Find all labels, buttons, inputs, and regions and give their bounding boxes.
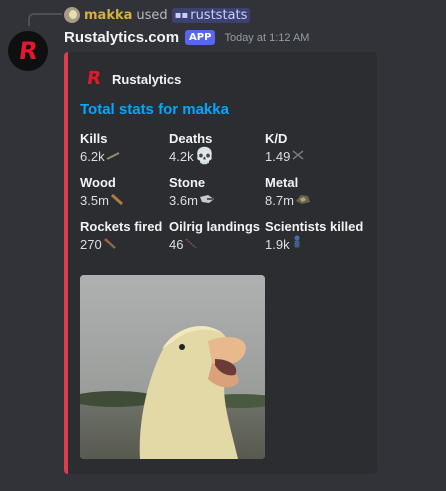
field-value-text: 8.7m <box>265 193 294 208</box>
field-name: Metal <box>265 175 299 190</box>
field-name: Scientists killed <box>265 219 364 234</box>
field-value-text: 6.2k <box>80 149 105 164</box>
crossed-swords-icon <box>291 147 305 166</box>
stats-embed: R Rustalytics Total stats for makka Kill… <box>64 52 377 474</box>
duckling-photo[interactable] <box>80 275 265 459</box>
embed-author-name: Rustalytics <box>112 71 182 87</box>
embed-author-icon: R <box>85 68 103 89</box>
bot-avatar[interactable]: R <box>8 31 48 71</box>
field-value-text: 270 <box>80 237 102 252</box>
rocket-icon <box>103 235 117 254</box>
app-badge: APP <box>185 30 216 45</box>
rope-icon <box>184 235 198 254</box>
duckling-illustration <box>80 275 265 459</box>
field-value-text: 3.6m <box>169 193 198 208</box>
field-name: Rockets fired <box>80 219 163 234</box>
field-wood: Wood 3.5m <box>80 174 169 210</box>
field-value: 1.9k <box>265 235 370 254</box>
reply-used-text: used <box>136 7 168 23</box>
field-rockets-fired: Rockets fired 270 <box>80 218 169 254</box>
command-name: ruststats <box>190 7 248 23</box>
field-value-text: 1.49 <box>265 149 291 164</box>
field-value: 3.5m <box>80 191 169 210</box>
field-oilrig-landings: Oilrig landings 46 <box>169 218 265 254</box>
slash-command-link[interactable]: ▪▪ ruststats <box>171 7 251 23</box>
reply-username[interactable]: makka <box>84 8 132 23</box>
stats-fields: Kills 6.2k Deaths 4.2k 💀 K/D 1.49 Wood 3.… <box>80 130 370 254</box>
metal-ore-icon <box>295 191 311 210</box>
field-metal: Metal 8.7m <box>265 174 370 210</box>
field-value: 1.49 <box>265 147 370 166</box>
field-value: 4.2k 💀 <box>169 147 265 166</box>
field-stone: Stone 3.6m <box>169 174 265 210</box>
reply-context[interactable]: makka used ▪▪ ruststats <box>64 5 251 25</box>
scientist-icon <box>291 235 303 254</box>
field-name: Stone <box>169 175 206 190</box>
field-scientists-killed: Scientists killed 1.9k <box>265 218 370 254</box>
field-value: 3.6m <box>169 191 265 210</box>
field-name: K/D <box>265 131 288 146</box>
field-value: 8.7m <box>265 191 370 210</box>
skull-icon: 💀 <box>194 148 215 165</box>
field-value-text: 1.9k <box>265 237 290 252</box>
field-value: 6.2k <box>80 147 169 166</box>
field-value-text: 4.2k <box>169 149 194 164</box>
field-kd: K/D 1.49 <box>265 130 370 166</box>
field-name: Wood <box>80 175 116 190</box>
message-timestamp[interactable]: Today at 1:12 AM <box>224 32 309 44</box>
field-value-text: 46 <box>169 237 184 252</box>
bot-username[interactable]: Rustalytics.com <box>64 29 179 46</box>
field-name: Kills <box>80 131 108 146</box>
rifle-icon <box>106 147 120 166</box>
command-icon: ▪▪ <box>174 9 189 21</box>
stone-icon <box>199 191 215 210</box>
field-name: Oilrig landings <box>169 219 261 234</box>
embed-author: R Rustalytics <box>84 68 182 89</box>
reply-user-avatar[interactable] <box>64 7 80 23</box>
field-name: Deaths <box>169 131 213 146</box>
embed-title: Total stats for makka <box>80 101 229 118</box>
message-header: Rustalytics.com APP Today at 1:12 AM <box>64 29 309 46</box>
field-value: 46 <box>169 235 265 254</box>
field-deaths: Deaths 4.2k 💀 <box>169 130 265 166</box>
field-kills: Kills 6.2k <box>80 130 169 166</box>
field-value: 270 <box>80 235 169 254</box>
rustalytics-logo-icon: R <box>16 37 40 65</box>
reply-connector <box>28 13 62 26</box>
wood-icon <box>110 191 124 210</box>
field-value-text: 3.5m <box>80 193 109 208</box>
